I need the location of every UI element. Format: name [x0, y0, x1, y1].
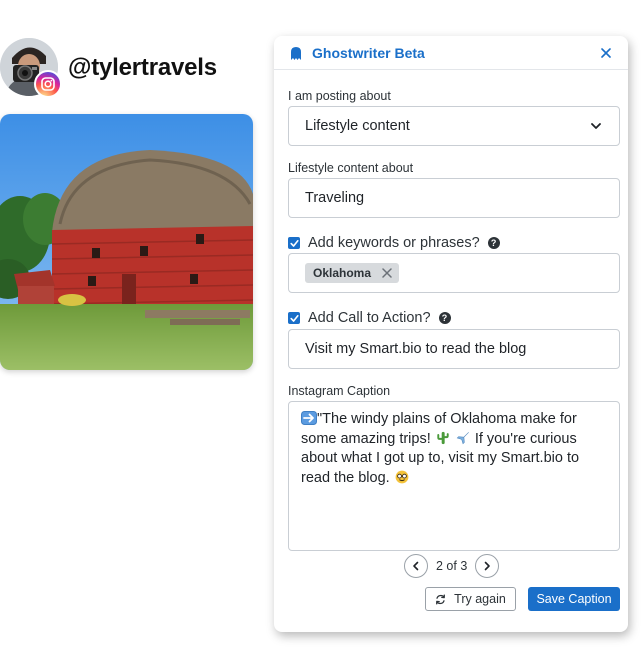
subject-label: Lifestyle content about: [288, 161, 414, 175]
cta-input-value: Visit my Smart.bio to read the blog: [305, 341, 527, 357]
profile-handle: @tylertravels: [68, 54, 217, 81]
close-icon: [601, 47, 611, 58]
panel-header: Ghostwriter Beta: [274, 36, 628, 70]
subject-input-value: Traveling: [305, 190, 365, 206]
cta-checkbox[interactable]: [288, 312, 300, 324]
topic-select[interactable]: Lifestyle content: [288, 106, 620, 146]
panel-title: Ghostwriter Beta: [312, 44, 425, 61]
help-icon[interactable]: ?: [487, 237, 500, 249]
check-icon: [289, 239, 299, 247]
save-caption-button[interactable]: Save Caption: [528, 587, 620, 611]
refresh-icon: [436, 594, 446, 604]
profile-header: @tylertravels: [0, 38, 217, 98]
avatar[interactable]: [0, 38, 62, 98]
nerd-face-icon: [395, 470, 409, 483]
ghost-icon: [291, 46, 301, 60]
cactus-icon: [437, 431, 449, 444]
next-caption-button[interactable]: [475, 554, 500, 578]
chevron-right-icon: [484, 561, 491, 571]
arrow-right-icon: [301, 411, 317, 425]
close-icon: [382, 268, 392, 278]
save-caption-label: Save Caption: [536, 592, 612, 606]
cta-input[interactable]: Visit my Smart.bio to read the blog: [288, 329, 620, 369]
keywords-label: Add keywords or phrases?: [308, 235, 480, 251]
help-icon[interactable]: ?: [438, 312, 451, 324]
try-again-label: Try again: [454, 592, 506, 606]
cta-row: Add Call to Action? ?: [288, 310, 451, 326]
try-again-button[interactable]: Try again: [425, 587, 516, 611]
pager-text: 2 of 3: [436, 559, 468, 573]
caption-textarea[interactable]: "The windy plains of Oklahoma make for s…: [288, 401, 620, 551]
post-image: [0, 114, 253, 370]
remove-tag-button[interactable]: [381, 267, 393, 279]
ghostwriter-panel: Ghostwriter Beta I am posting about Life…: [274, 36, 628, 632]
topic-select-value: Lifestyle content: [305, 118, 410, 134]
keyword-tag: Oklahoma: [305, 263, 400, 283]
cta-label: Add Call to Action?: [308, 310, 431, 326]
close-button[interactable]: [598, 45, 614, 61]
keyword-tag-label: Oklahoma: [313, 266, 372, 280]
keywords-row: Add keywords or phrases? ?: [288, 235, 500, 251]
keywords-checkbox[interactable]: [288, 237, 300, 249]
subject-input[interactable]: Traveling: [288, 178, 620, 218]
topic-label: I am posting about: [288, 89, 391, 103]
check-icon: [289, 314, 299, 322]
instagram-icon: [34, 70, 62, 98]
airplane-icon: [456, 431, 469, 444]
caption-pager: 2 of 3: [404, 554, 500, 578]
keywords-input[interactable]: Oklahoma: [288, 253, 620, 293]
chevron-down-icon: [591, 123, 601, 129]
caption-label: Instagram Caption: [288, 384, 391, 398]
previous-caption-button[interactable]: [404, 554, 428, 578]
chevron-left-icon: [413, 561, 419, 571]
